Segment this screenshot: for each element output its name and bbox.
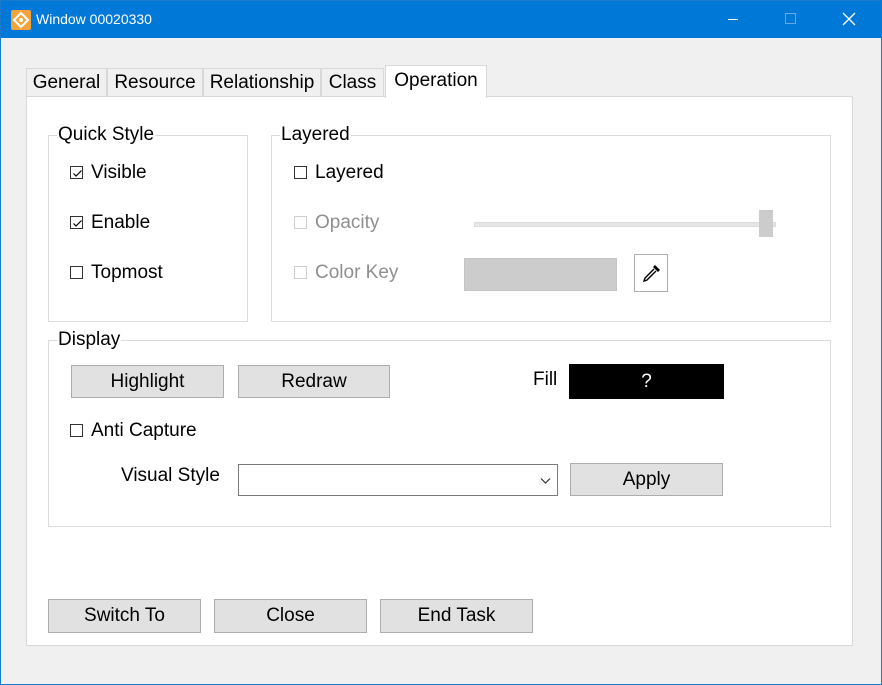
close-button[interactable]: Close: [214, 599, 367, 633]
tab-general[interactable]: General: [26, 68, 107, 96]
tab-resource[interactable]: Resource: [107, 68, 203, 96]
quick-style-title: Quick Style: [57, 124, 156, 146]
color-key-swatch[interactable]: [464, 258, 617, 291]
enable-label: Enable: [91, 212, 151, 233]
topmost-label: Topmost: [91, 262, 163, 283]
visual-style-label: Visual Style: [121, 465, 220, 486]
apply-button[interactable]: Apply: [570, 463, 723, 496]
maximize-button[interactable]: [764, 1, 822, 38]
tab-operation[interactable]: Operation: [385, 65, 487, 98]
tab-class[interactable]: Class: [321, 68, 384, 96]
fill-label: Fill: [533, 369, 558, 390]
anti-capture-label: Anti Capture: [91, 420, 197, 441]
checkmark-icon: [73, 220, 82, 227]
close-window-button[interactable]: [822, 1, 880, 38]
tab-relationship[interactable]: Relationship: [203, 68, 321, 96]
highlight-button[interactable]: Highlight: [71, 365, 224, 398]
visual-style-select[interactable]: [238, 464, 558, 496]
eyedropper-icon: [642, 265, 660, 283]
switch-to-button[interactable]: Switch To: [48, 599, 201, 633]
end-task-button[interactable]: End Task: [380, 599, 533, 633]
minimize-icon: [728, 19, 738, 20]
fill-color-swatch[interactable]: ?: [569, 364, 724, 399]
minimize-button[interactable]: [706, 1, 764, 38]
opacity-slider-thumb[interactable]: [759, 210, 773, 237]
close-icon: [842, 12, 856, 26]
display-title: Display: [57, 329, 122, 351]
operation-panel: Quick Style Visible Enable Topmost Layer…: [26, 96, 853, 646]
color-picker-button[interactable]: [634, 254, 668, 292]
chevron-down-icon: [540, 478, 551, 484]
layered-title: Layered: [280, 124, 351, 146]
opacity-label: Opacity: [315, 212, 380, 233]
visible-label: Visible: [91, 162, 147, 183]
redraw-button[interactable]: Redraw: [238, 365, 390, 398]
main-window: Window 00020330 General Resource Relatio…: [0, 0, 882, 685]
color-key-label: Color Key: [315, 262, 399, 283]
checkmark-icon: [73, 170, 82, 177]
opacity-slider-track[interactable]: [474, 222, 776, 227]
maximize-icon: [785, 13, 796, 24]
app-icon: [11, 10, 31, 30]
layered-label: Layered: [315, 162, 384, 183]
title-bar[interactable]: Window 00020330: [1, 1, 881, 38]
window-title: Window 00020330: [36, 11, 152, 27]
